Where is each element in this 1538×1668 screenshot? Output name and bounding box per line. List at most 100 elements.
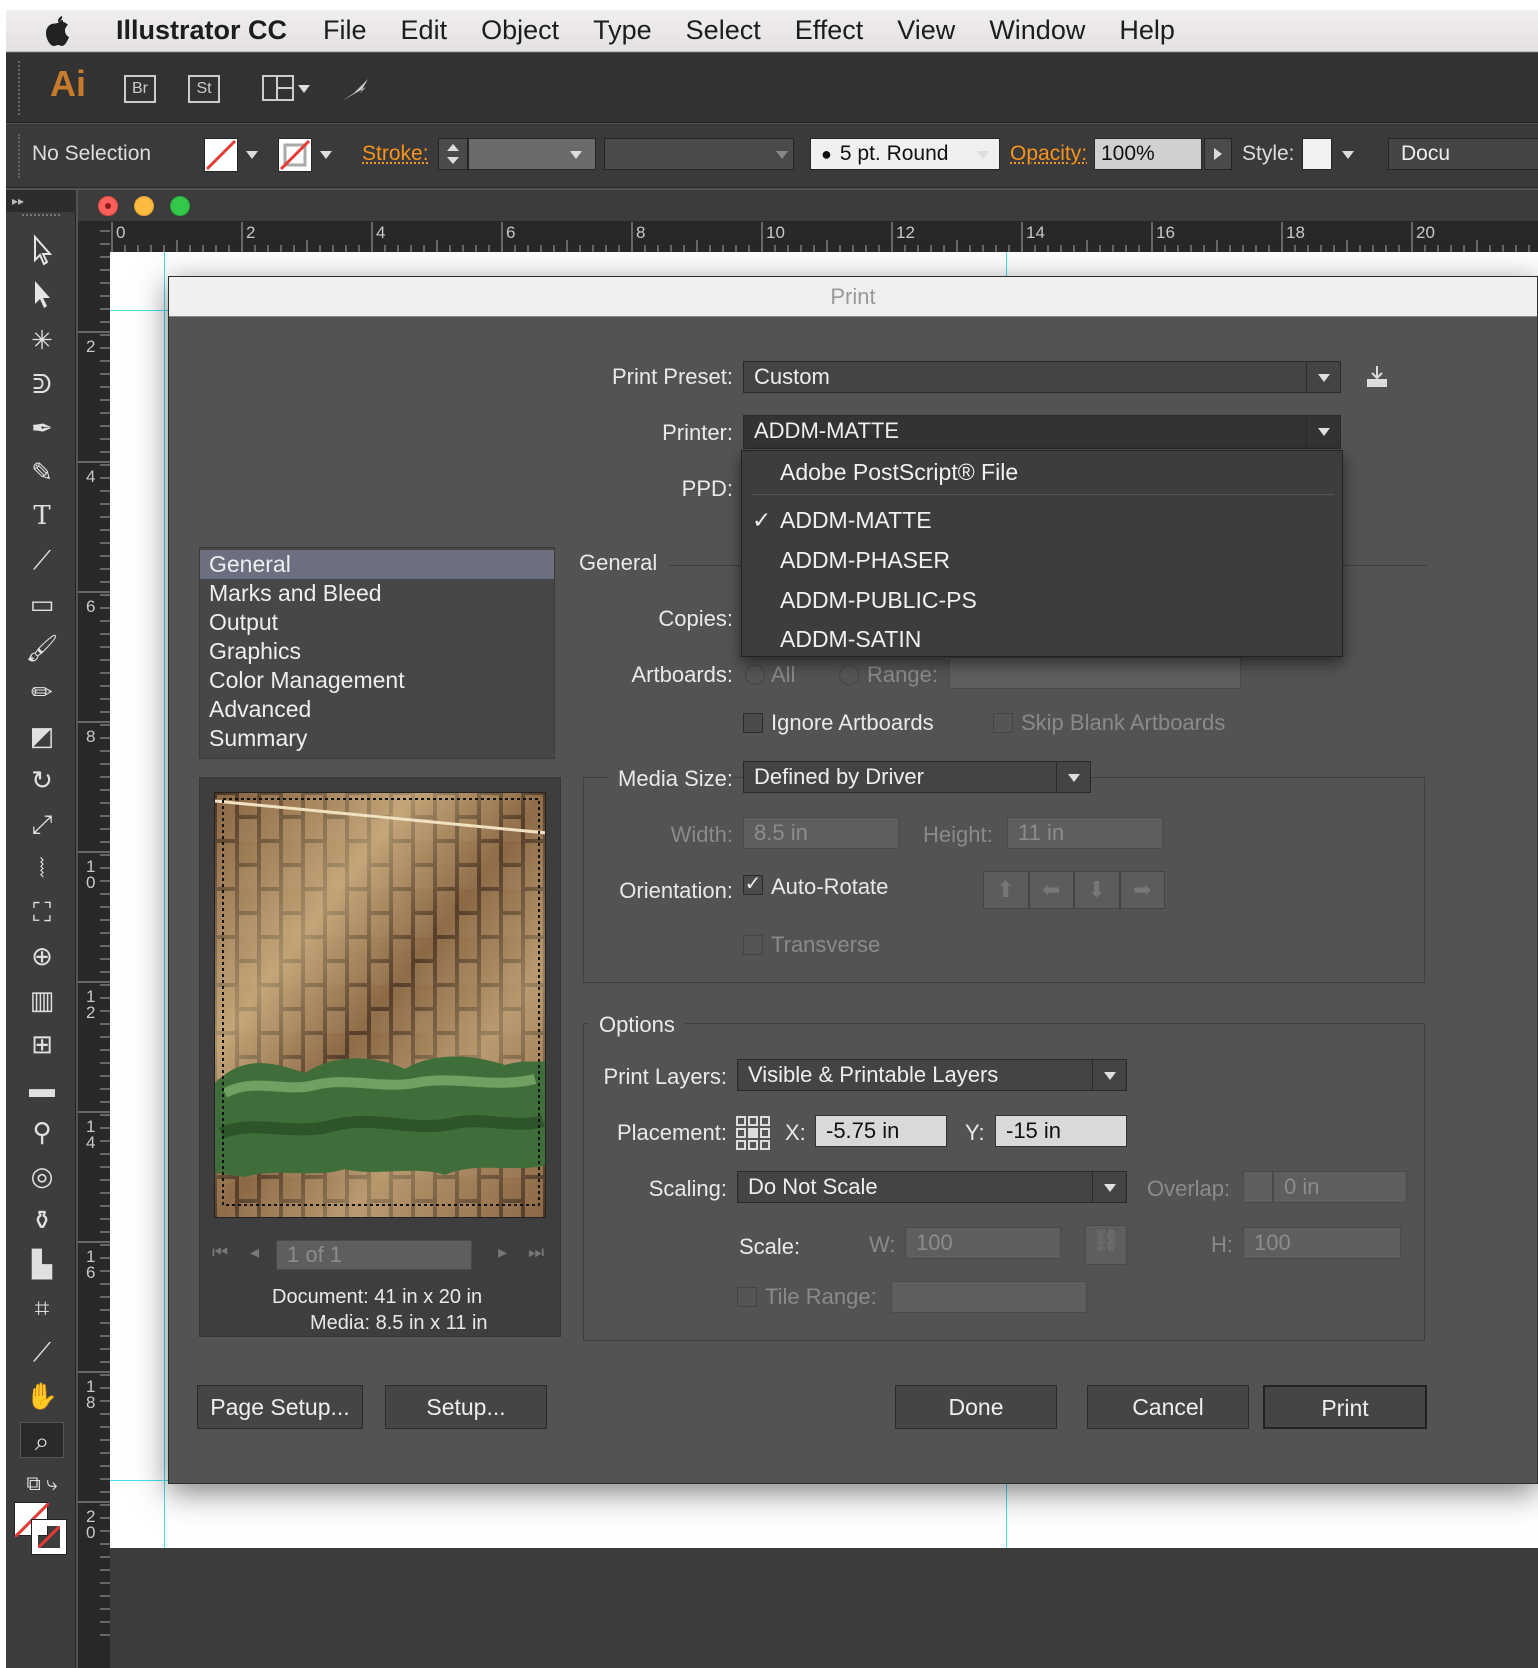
y-position-field[interactable]: -15 in: [995, 1115, 1127, 1147]
rectangle-tool-icon[interactable]: ▭: [20, 586, 64, 622]
done-button[interactable]: Done: [895, 1385, 1057, 1429]
app-menu[interactable]: Illustrator CC: [116, 15, 287, 46]
artboards-all-radio[interactable]: [745, 665, 765, 685]
media-size-select[interactable]: Defined by Driver: [743, 761, 1091, 793]
menu-type[interactable]: Type: [593, 15, 652, 46]
menu-item-addm-matte[interactable]: ✓ ADDM-MATTE: [742, 501, 1342, 539]
paintbrush-tool-icon[interactable]: 🖌: [20, 630, 64, 666]
range-field[interactable]: [949, 657, 1241, 689]
menu-object[interactable]: Object: [481, 15, 559, 46]
menu-select[interactable]: Select: [686, 15, 761, 46]
minimize-window-button[interactable]: [134, 196, 154, 216]
chevron-down-icon[interactable]: [246, 151, 258, 159]
print-layers-select[interactable]: Visible & Printable Layers: [737, 1059, 1127, 1091]
landscape-orientation-icon[interactable]: ⬅: [1028, 871, 1074, 909]
page-setup-button[interactable]: Page Setup...: [197, 1385, 363, 1429]
artboards-range-radio[interactable]: [839, 665, 859, 685]
category-color-management[interactable]: Color Management: [200, 666, 554, 695]
menu-item-addm-satin[interactable]: ADDM-SATIN: [742, 620, 1342, 658]
close-window-button[interactable]: [98, 196, 118, 216]
apple-icon[interactable]: [42, 15, 76, 46]
stroke-swatch[interactable]: [278, 138, 312, 172]
reverse-portrait-orientation-icon[interactable]: ⬇: [1074, 871, 1120, 909]
hand-tool-icon[interactable]: ✋: [20, 1378, 64, 1414]
cancel-button[interactable]: Cancel: [1087, 1385, 1249, 1429]
portrait-orientation-icon[interactable]: ⬆: [983, 871, 1029, 909]
brush-definition[interactable]: ● 5 pt. Round: [810, 138, 1000, 170]
zoom-tool-icon[interactable]: ⌕: [20, 1422, 64, 1458]
next-page-icon[interactable]: ▸: [498, 1242, 507, 1263]
blend-tool-icon[interactable]: ◎: [20, 1158, 64, 1194]
reverse-landscape-orientation-icon[interactable]: ➡: [1119, 871, 1165, 909]
rotate-tool-icon[interactable]: ↻: [20, 762, 64, 798]
width-field[interactable]: 8.5 in: [743, 817, 899, 849]
setup-button[interactable]: Setup...: [385, 1385, 547, 1429]
category-marks-and-bleed[interactable]: Marks and Bleed: [200, 579, 554, 608]
arrange-documents-icon[interactable]: [262, 75, 294, 101]
scale-width-field[interactable]: 100: [905, 1227, 1061, 1259]
opacity-slider-button[interactable]: [1204, 138, 1232, 170]
gpu-performance-icon[interactable]: [338, 73, 372, 107]
menu-item-addm-public-ps[interactable]: ADDM-PUBLIC-PS: [742, 581, 1342, 619]
ignore-artboards-checkbox[interactable]: [743, 713, 763, 733]
chevron-down-icon[interactable]: [1342, 151, 1354, 159]
last-page-icon[interactable]: ⏭: [528, 1242, 544, 1263]
variable-width-profile[interactable]: [604, 138, 794, 170]
bridge-button[interactable]: Br: [124, 75, 156, 103]
stroke-weight-stepper[interactable]: [438, 138, 468, 170]
line-segment-tool-icon[interactable]: ⟋: [20, 542, 64, 578]
menu-view[interactable]: View: [897, 15, 955, 46]
menu-effect[interactable]: Effect: [795, 15, 864, 46]
stroke-label[interactable]: Stroke:: [362, 142, 429, 166]
document-setup-button[interactable]: Docu: [1388, 138, 1538, 170]
eyedropper-tool-icon[interactable]: ⚲: [20, 1114, 64, 1150]
menu-item-postscript-file[interactable]: Adobe PostScript® File: [742, 453, 1342, 491]
chevron-down-icon[interactable]: [570, 151, 582, 159]
scale-tool-icon[interactable]: ⤢: [20, 806, 64, 842]
pencil-tool-icon[interactable]: ✏: [20, 674, 64, 710]
category-graphics[interactable]: Graphics: [200, 637, 554, 666]
save-preset-icon[interactable]: [1363, 363, 1391, 391]
chevron-down-icon[interactable]: [298, 85, 310, 93]
chevron-down-icon[interactable]: [320, 151, 332, 159]
swap-fill-stroke-icon[interactable]: ⧉ ⤷: [20, 1466, 64, 1502]
menu-file[interactable]: File: [323, 15, 367, 46]
category-summary[interactable]: Summary: [200, 724, 554, 753]
menu-help[interactable]: Help: [1119, 15, 1175, 46]
column-graph-tool-icon[interactable]: ▙: [20, 1246, 64, 1282]
auto-rotate-checkbox[interactable]: ✓: [743, 874, 763, 895]
category-advanced[interactable]: Advanced: [200, 695, 554, 724]
shape-builder-tool-icon[interactable]: ⊕: [20, 938, 64, 974]
stock-button[interactable]: St: [188, 75, 220, 103]
tile-range-field[interactable]: [891, 1281, 1087, 1313]
fill-swatch[interactable]: [204, 138, 238, 172]
scale-height-field[interactable]: 100: [1243, 1227, 1401, 1259]
overlap-field[interactable]: 0 in: [1273, 1171, 1407, 1203]
mesh-tool-icon[interactable]: ⊞: [20, 1026, 64, 1062]
opacity-field[interactable]: 100%: [1094, 138, 1202, 170]
free-transform-tool-icon[interactable]: ⛶: [20, 894, 64, 930]
magic-wand-tool-icon[interactable]: ✳: [20, 322, 64, 358]
first-page-icon[interactable]: ⏮: [212, 1242, 228, 1263]
category-general[interactable]: General: [200, 550, 554, 579]
overlap-stepper[interactable]: [1243, 1171, 1273, 1203]
height-field[interactable]: 11 in: [1007, 817, 1163, 849]
artboard-tool-icon[interactable]: ⌗: [20, 1290, 64, 1326]
printer-select[interactable]: ADDM-MATTE: [743, 415, 1341, 449]
menu-item-addm-phaser[interactable]: ADDM-PHASER: [742, 541, 1342, 579]
skip-blank-checkbox[interactable]: [993, 713, 1013, 733]
category-output[interactable]: Output: [200, 608, 554, 637]
curvature-tool-icon[interactable]: ✎: [20, 454, 64, 490]
preview-image[interactable]: [214, 792, 546, 1218]
pen-tool-icon[interactable]: ✒: [20, 410, 64, 446]
direct-selection-tool-icon[interactable]: [20, 278, 64, 314]
symbol-sprayer-tool-icon[interactable]: ⚱: [20, 1202, 64, 1238]
x-position-field[interactable]: -5.75 in: [815, 1115, 947, 1147]
page-number-field[interactable]: 1 of 1: [276, 1240, 472, 1270]
transverse-checkbox[interactable]: [743, 935, 763, 955]
horizontal-ruler[interactable]: 0 2 4 6 8 10 12 14 16 18 20: [110, 222, 1538, 252]
width-tool-icon[interactable]: ⦚: [20, 850, 64, 886]
zoom-window-button[interactable]: [170, 196, 190, 216]
placement-grid-icon[interactable]: [735, 1115, 771, 1151]
selection-tool-icon[interactable]: [20, 234, 64, 270]
